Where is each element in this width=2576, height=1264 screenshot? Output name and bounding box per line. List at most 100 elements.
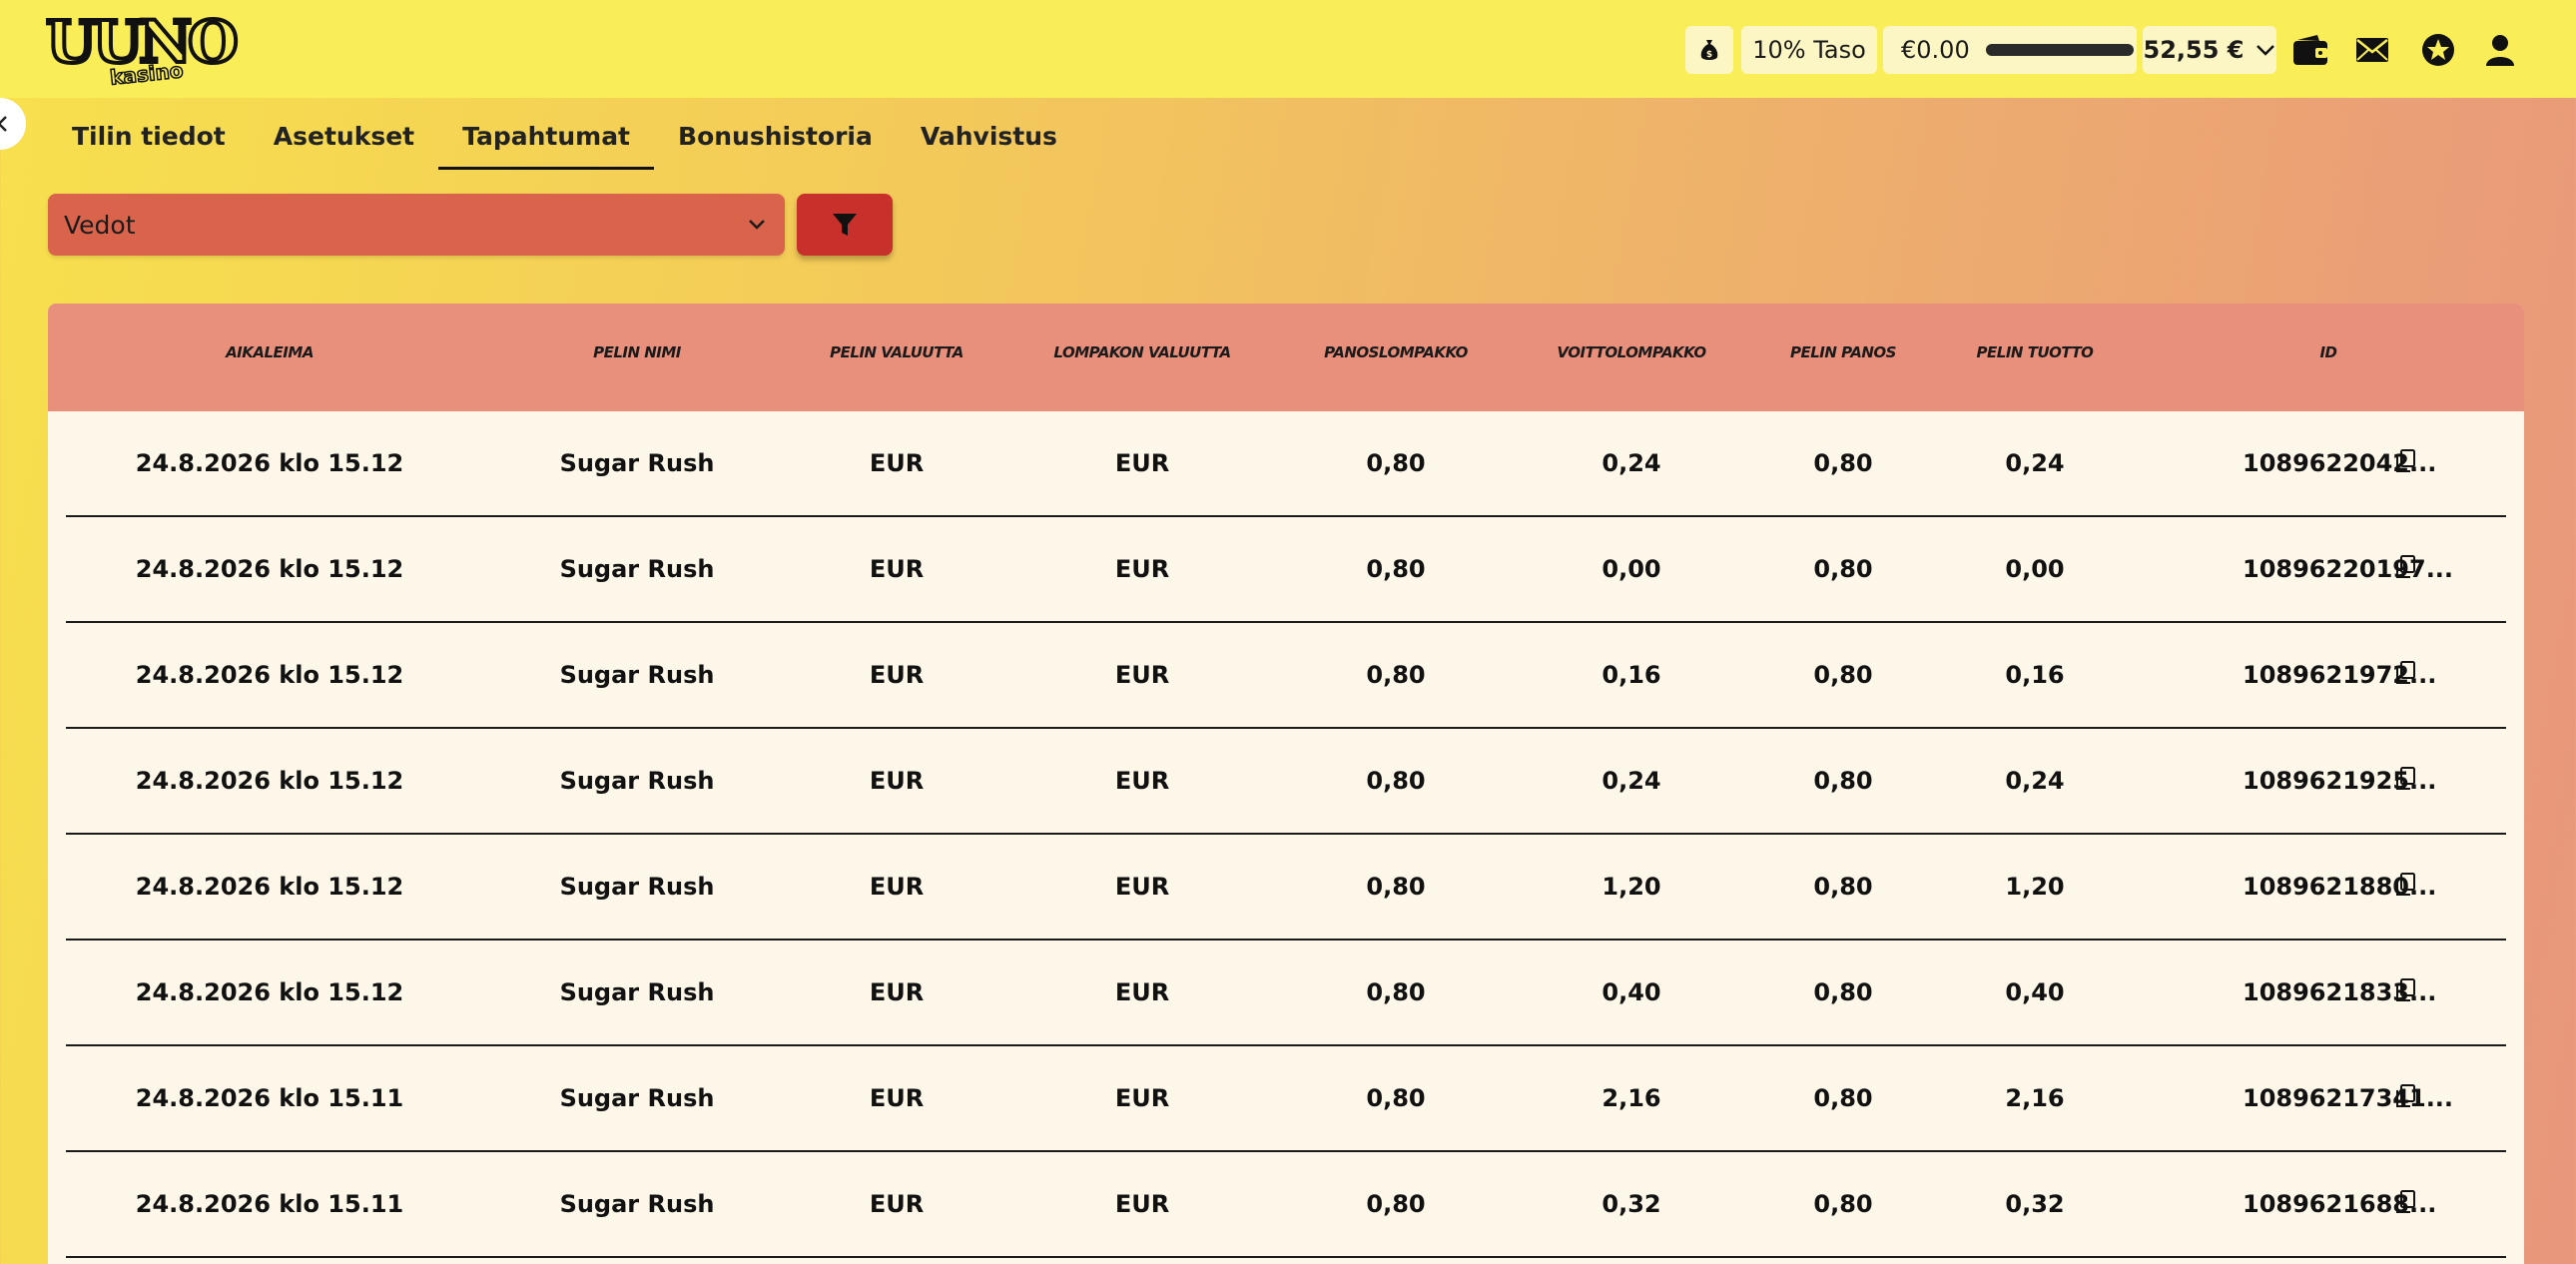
chevron-left-icon xyxy=(0,116,7,132)
bonus-progress[interactable]: €0.00 xyxy=(1883,26,2137,74)
column-header: Panoslompakko xyxy=(1324,343,1468,361)
copy-icon[interactable] xyxy=(2394,767,2416,791)
table-row: 24.8.2026 klo 15.12 Sugar Rush EUR EUR 0,80 0… xyxy=(48,623,2524,729)
tab-transactions[interactable]: Tapahtumat xyxy=(438,112,654,170)
transactions-table: Aikaleima Pelin nimi Pelin valuutta Lompako… xyxy=(48,304,2524,1264)
table-cell: Sugar Rush xyxy=(559,873,715,901)
level-label: 10% Taso xyxy=(1752,36,1866,64)
filter-button[interactable] xyxy=(797,194,893,256)
column-header: Pelin panos xyxy=(1790,343,1897,361)
table-cell: 0,24 xyxy=(2005,449,2065,477)
tab-label: Tapahtumat xyxy=(462,122,631,151)
table-cell: 0,80 xyxy=(1366,1084,1426,1112)
table-cell: 0,80 xyxy=(1366,449,1426,477)
table-cell: 24.8.2026 klo 15.12 xyxy=(135,449,404,477)
column-header: Aikaleima xyxy=(226,343,314,361)
column-header: Voittolompakko xyxy=(1557,343,1706,361)
copy-icon[interactable] xyxy=(2394,1190,2416,1214)
table-row: 24.8.2026 klo 15.11 Sugar Rush EUR EUR 0,80 2… xyxy=(48,1046,2524,1152)
table-cell: 0,00 xyxy=(2005,555,2065,583)
tab-bonus-history[interactable]: Bonushistoria xyxy=(654,112,897,170)
tab-label: Asetukset xyxy=(273,122,415,151)
progress-bar xyxy=(1985,44,2134,56)
table-cell: Sugar Rush xyxy=(559,767,715,795)
copy-icon[interactable] xyxy=(2394,449,2416,473)
table-row: 24.8.2026 klo 15.12 Sugar Rush EUR EUR 0,80 0… xyxy=(48,411,2524,517)
transaction-id: 10896217341... xyxy=(2243,1084,2454,1112)
table-cell: 0,80 xyxy=(1813,449,1873,477)
balance-value: 52,55 € xyxy=(2143,36,2245,64)
copy-icon[interactable] xyxy=(2394,1084,2416,1108)
table-cell: EUR xyxy=(869,555,925,583)
table-cell: 1,20 xyxy=(2005,873,2065,901)
table-cell: 24.8.2026 klo 15.11 xyxy=(135,1190,404,1218)
sidebar-toggle[interactable] xyxy=(0,98,26,150)
table-cell: 24.8.2026 klo 15.12 xyxy=(135,978,404,1006)
tab-verification[interactable]: Vahvistus xyxy=(897,112,1081,170)
level-badge[interactable]: 10% Taso xyxy=(1741,26,1877,74)
money-bag-button[interactable]: $ xyxy=(1685,26,1733,74)
table-cell: Sugar Rush xyxy=(559,1190,715,1218)
tab-label: Tilin tiedot xyxy=(72,122,226,151)
transaction-type-select[interactable]: Vedot xyxy=(48,194,785,256)
table-cell: 1,20 xyxy=(1602,873,1661,901)
select-value: Vedot xyxy=(64,210,136,240)
table-cell: 0,80 xyxy=(1366,767,1426,795)
table-cell: 0,80 xyxy=(1366,978,1426,1006)
balance-dropdown[interactable]: 52,55 € xyxy=(2143,26,2276,74)
table-cell: EUR xyxy=(869,449,925,477)
copy-icon[interactable] xyxy=(2394,661,2416,685)
tab-label: Bonushistoria xyxy=(678,122,873,151)
svg-text:$: $ xyxy=(1706,50,1712,60)
column-header: ID xyxy=(2319,343,2337,361)
table-cell: 0,80 xyxy=(1813,661,1873,689)
table-cell: EUR xyxy=(869,1084,925,1112)
tab-account-info[interactable]: Tilin tiedot xyxy=(48,112,250,170)
account-tabs: Tilin tiedot Asetukset Tapahtumat Bonush… xyxy=(48,112,1081,170)
table-cell: 2,16 xyxy=(1602,1084,1661,1112)
copy-icon[interactable] xyxy=(2394,978,2416,1002)
table-cell: 0,80 xyxy=(1366,873,1426,901)
tab-settings[interactable]: Asetukset xyxy=(250,112,438,170)
table-cell: 0,80 xyxy=(1813,873,1873,901)
table-cell: 0,00 xyxy=(1602,555,1661,583)
table-row: 24.8.2026 klo 15.12 Sugar Rush EUR EUR 0,80 0… xyxy=(48,941,2524,1046)
money-bag-icon: $ xyxy=(1700,40,1718,60)
chevron-down-icon xyxy=(2256,45,2275,56)
table-cell: 0,80 xyxy=(1366,1190,1426,1218)
table-cell: 0,80 xyxy=(1813,1084,1873,1112)
table-cell: EUR xyxy=(1114,978,1170,1006)
table-cell: EUR xyxy=(869,1190,925,1218)
chevron-down-icon xyxy=(749,220,765,230)
table-cell: EUR xyxy=(869,661,925,689)
wallet-button[interactable] xyxy=(2290,30,2330,70)
table-cell: 0,40 xyxy=(1602,978,1661,1006)
copy-icon[interactable] xyxy=(2394,555,2416,579)
table-row: 24.8.2026 klo 15.12 Sugar Rush EUR EUR 0,80 0… xyxy=(48,517,2524,623)
table-row: 24.8.2026 klo 15.11 Sugar Rush EUR EUR 0,80 0… xyxy=(48,1152,2524,1258)
table-cell: 0,40 xyxy=(2005,978,2065,1006)
copy-icon[interactable] xyxy=(2394,873,2416,897)
wallet-icon xyxy=(2293,35,2327,65)
table-cell: Sugar Rush xyxy=(559,978,715,1006)
site-logo[interactable]: UUNO kasino xyxy=(44,10,241,91)
table-cell: 24.8.2026 klo 15.12 xyxy=(135,661,404,689)
table-cell: Sugar Rush xyxy=(559,449,715,477)
table-body: 24.8.2026 klo 15.12 Sugar Rush EUR EUR 0,80 0… xyxy=(48,411,2524,1258)
table-cell: Sugar Rush xyxy=(559,661,715,689)
table-cell: EUR xyxy=(1114,873,1170,901)
messages-button[interactable] xyxy=(2352,30,2392,70)
table-row: 24.8.2026 klo 15.12 Sugar Rush EUR EUR 0,80 1… xyxy=(48,835,2524,941)
favorites-button[interactable] xyxy=(2418,30,2458,70)
account-button[interactable] xyxy=(2480,30,2520,70)
column-header: Pelin valuutta xyxy=(830,343,964,361)
table-cell: EUR xyxy=(1114,449,1170,477)
table-cell: EUR xyxy=(1114,1084,1170,1112)
table-cell: EUR xyxy=(869,767,925,795)
progress-amount: €0.00 xyxy=(1901,36,1970,64)
table-cell: 24.8.2026 klo 15.12 xyxy=(135,873,404,901)
table-cell: 0,80 xyxy=(1813,767,1873,795)
table-cell: 0,32 xyxy=(2005,1190,2065,1218)
table-cell: 0,80 xyxy=(1813,978,1873,1006)
column-header: Pelin tuotto xyxy=(1976,343,2094,361)
